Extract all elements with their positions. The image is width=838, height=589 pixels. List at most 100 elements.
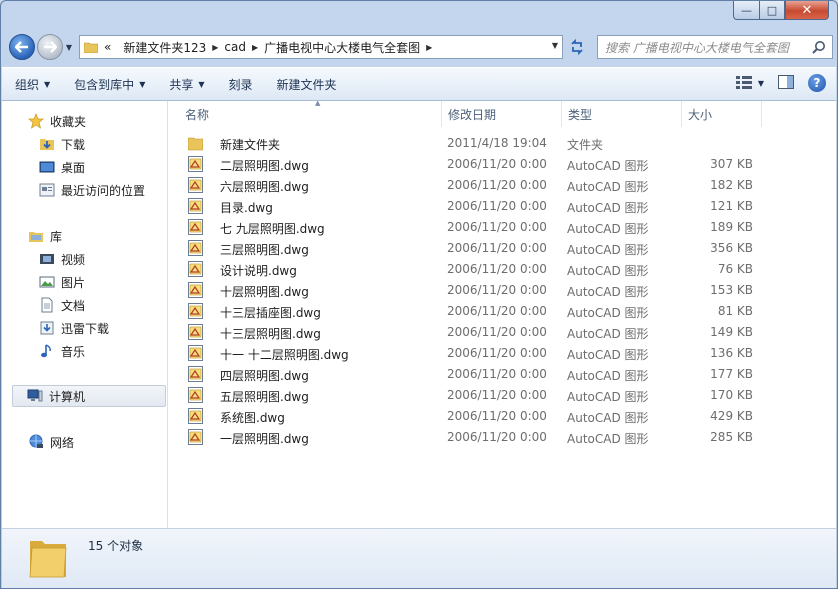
downloads-library-icon [40,321,54,335]
file-type: AutoCAD 图形 [567,285,649,299]
autocad-drawing-icon [188,198,203,214]
star-icon [28,113,44,129]
navigation-pane: 收藏夹 下载 桌面 最近访问的位置 库 视频 图片 文档 迅雷下载 音乐 计算机… [2,101,168,528]
new-folder-label: 新建文件夹 [276,77,337,92]
share-button[interactable]: 共享 ▼ [169,76,204,93]
sort-ascending-icon: ▲ [315,99,321,107]
desktop-icon [39,161,55,173]
column-header-date[interactable]: 修改日期 [442,101,562,127]
forward-button[interactable] [37,34,63,60]
file-size: 356 KB [710,241,753,255]
file-type: AutoCAD 图形 [567,264,649,278]
address-bar[interactable]: « 新建文件夹123 ▶ cad ▶ 广播电视中心大楼电气全套图 ▶ ▼ [79,35,563,59]
address-overflow[interactable]: « [98,40,117,54]
file-name: 十一 十二层照明图.dwg [220,348,349,362]
file-row[interactable]: 十一 十二层照明图.dwg 2006/11/20 0:00 AutoCAD 图形 13… [185,343,785,364]
pictures-icon [39,276,55,288]
file-type: AutoCAD 图形 [567,243,649,257]
organize-button[interactable]: 组织 ▼ [15,76,50,93]
file-date: 2006/11/20 0:00 [447,346,547,360]
include-library-label: 包含到库中 [74,77,135,92]
file-date: 2006/11/20 0:00 [447,367,547,381]
video-icon [40,254,54,264]
file-row[interactable]: 二层照明图.dwg 2006/11/20 0:00 AutoCAD 图形 307 KB [185,154,785,175]
chevron-down-icon: ▼ [198,79,205,89]
close-button[interactable]: ✕ [785,1,829,20]
search-input[interactable]: 搜索 广播电视中心大楼电气全套图 [597,35,833,59]
column-header-size[interactable]: 大小 [682,101,762,127]
sidebar-label: 下载 [61,137,86,152]
file-name: 五层照明图.dwg [220,390,309,404]
file-name: 新建文件夹 [220,138,281,152]
details-pane: 15 个对象 [2,528,836,588]
explorer-window: — □ ✕ ▼ « 新建文件夹123 ▶ cad ▶ 广播电视中心大楼电气全套图… [0,0,838,589]
file-row[interactable]: 六层照明图.dwg 2006/11/20 0:00 AutoCAD 图形 182 KB [185,175,785,196]
breadcrumb-separator-icon[interactable]: ▶ [426,43,432,52]
file-type: AutoCAD 图形 [567,327,649,341]
computer-icon [27,389,43,402]
new-folder-button[interactable]: 新建文件夹 [277,76,337,93]
autocad-drawing-icon [188,240,203,256]
file-row[interactable]: 四层照明图.dwg 2006/11/20 0:00 AutoCAD 图形 177 KB [185,364,785,385]
sidebar-item-computer[interactable]: 计算机 [12,385,166,407]
autocad-drawing-icon [188,324,203,340]
column-header-type[interactable]: 类型 [562,101,682,127]
item-count: 15 个对象 [88,539,144,553]
file-date: 2006/11/20 0:00 [447,262,547,276]
file-row[interactable]: 三层照明图.dwg 2006/11/20 0:00 AutoCAD 图形 356 KB [185,238,785,259]
maximize-button[interactable]: □ [759,1,785,20]
navigation-bar: ▼ « 新建文件夹123 ▶ cad ▶ 广播电视中心大楼电气全套图 ▶ ▼ 搜… [9,32,833,62]
back-button[interactable] [9,34,35,60]
file-row[interactable]: 十层照明图.dwg 2006/11/20 0:00 AutoCAD 图形 153 KB [185,280,785,301]
refresh-icon [571,39,583,55]
breadcrumb-item[interactable]: 新建文件夹123 [117,39,212,56]
include-in-library-button[interactable]: 包含到库中 ▼ [74,76,145,93]
file-date: 2006/11/20 0:00 [447,199,547,213]
refresh-button[interactable] [565,35,589,59]
share-label: 共享 [169,77,194,92]
file-name: 十三层照明图.dwg [220,327,321,341]
file-row[interactable]: 新建文件夹 2011/4/18 19:04 文件夹 [185,133,785,154]
file-type: AutoCAD 图形 [567,369,649,383]
minimize-button[interactable]: — [733,1,759,20]
address-dropdown-icon[interactable]: ▼ [552,41,558,50]
burn-button[interactable]: 刻录 [229,76,253,93]
file-size: 429 KB [710,409,753,423]
preview-pane-button[interactable] [778,74,794,92]
views-dropdown-icon[interactable]: ▼ [758,79,764,88]
file-row[interactable]: 设计说明.dwg 2006/11/20 0:00 AutoCAD 图形 76 KB [185,259,785,280]
file-row[interactable]: 系统图.dwg 2006/11/20 0:00 AutoCAD 图形 429 KB [185,406,785,427]
file-row[interactable]: 五层照明图.dwg 2006/11/20 0:00 AutoCAD 图形 170 KB [185,385,785,406]
chevron-down-icon: ▼ [139,79,146,89]
file-row[interactable]: 十三层照明图.dwg 2006/11/20 0:00 AutoCAD 图形 149 K… [185,322,785,343]
file-row[interactable]: 十三层插座图.dwg 2006/11/20 0:00 AutoCAD 图形 81 KB [185,301,785,322]
search-icon[interactable] [812,40,826,54]
breadcrumb-item[interactable]: 广播电视中心大楼电气全套图 [258,39,426,56]
column-header-name[interactable]: ▲ 名称 [179,99,442,127]
help-icon[interactable]: ? [808,74,826,92]
file-row[interactable]: 一层照明图.dwg 2006/11/20 0:00 AutoCAD 图形 285 KB [185,427,785,448]
recent-places-icon [39,183,55,197]
autocad-drawing-icon [188,345,203,361]
breadcrumb-item[interactable]: cad [218,40,252,54]
autocad-drawing-icon [188,177,203,193]
file-type: AutoCAD 图形 [567,222,649,236]
folder-icon [84,42,98,53]
sidebar-label: 图片 [61,275,86,290]
file-row[interactable]: 目录.dwg 2006/11/20 0:00 AutoCAD 图形 121 KB [185,196,785,217]
file-row[interactable]: 七 九层照明图.dwg 2006/11/20 0:00 AutoCAD 图形 189 … [185,217,785,238]
preview-pane-icon [778,74,794,89]
file-name: 一层照明图.dwg [220,432,309,446]
folder-icon [29,541,67,578]
file-size: 149 KB [710,325,753,339]
file-type: AutoCAD 图形 [567,411,649,425]
file-date: 2006/11/20 0:00 [447,241,547,255]
file-date: 2006/11/20 0:00 [447,220,547,234]
autocad-drawing-icon [188,429,203,445]
file-name: 四层照明图.dwg [220,369,309,383]
file-date: 2006/11/20 0:00 [447,178,547,192]
views-button[interactable] [735,75,752,92]
file-size: 81 KB [717,304,753,318]
recent-pages-dropdown[interactable]: ▼ [63,43,75,52]
sidebar-label: 音乐 [61,344,86,359]
